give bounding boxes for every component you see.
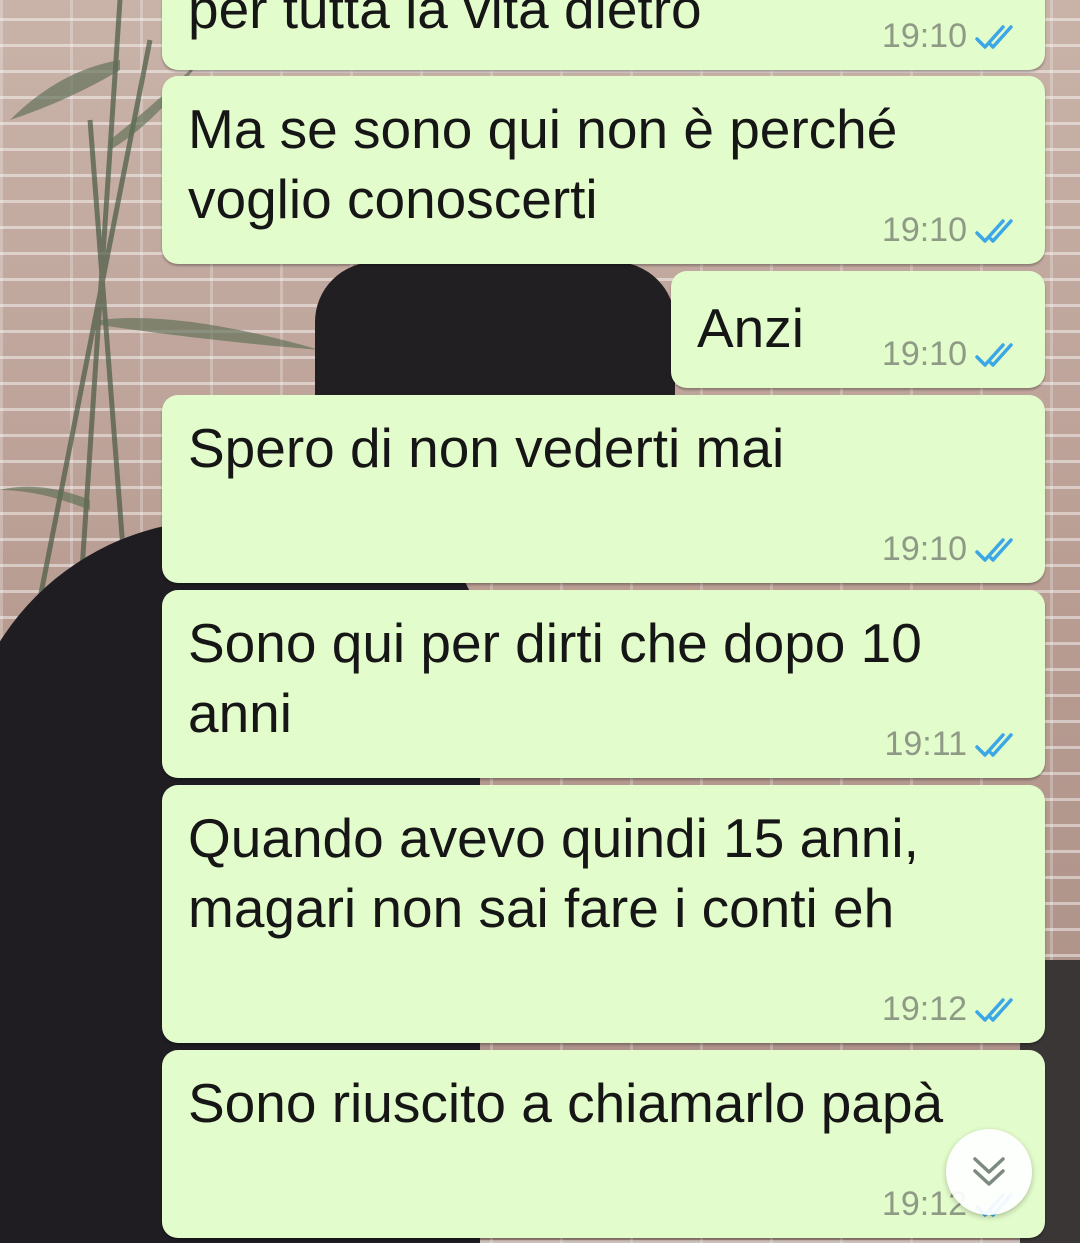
message-meta: 19:10	[882, 530, 1021, 569]
message-bubble[interactable]: Anzi 19:10	[671, 271, 1045, 388]
message-meta: 19:11	[884, 725, 1021, 764]
double-check-read-icon	[975, 537, 1013, 562]
double-check-read-icon	[975, 24, 1013, 49]
double-check-read-icon	[975, 732, 1013, 757]
message-bubble[interactable]: Sono qui per dirti che dopo 10 anni 19:1…	[162, 590, 1045, 778]
double-chevron-down-icon	[973, 1157, 1005, 1186]
message-bubble[interactable]: per tutta la vita dietro 19:10	[162, 0, 1045, 70]
message-meta: 19:10	[882, 335, 1021, 374]
message-bubble[interactable]: Spero di non vederti mai 19:10	[162, 395, 1045, 583]
message-time: 19:10	[881, 335, 967, 373]
message-time: 19:10	[881, 530, 967, 568]
double-check-read-icon	[975, 218, 1013, 243]
message-time: 19:11	[884, 725, 967, 763]
double-check-read-icon	[975, 997, 1013, 1022]
message-bubble[interactable]: Ma se sono qui non è perché voglio conos…	[162, 76, 1045, 264]
message-time: 19:12	[881, 990, 967, 1028]
message-meta: 19:12	[882, 990, 1021, 1029]
message-bubble[interactable]: Sono riuscito a chiamarlo papà 19:12	[162, 1050, 1045, 1238]
message-time: 19:10	[881, 17, 967, 55]
message-bubble[interactable]: Quando avevo quindi 15 anni, magari non …	[162, 785, 1045, 1043]
message-meta: 19:10	[882, 211, 1021, 250]
message-time: 19:10	[881, 211, 967, 249]
message-meta: 19:10	[882, 17, 1021, 56]
scroll-to-bottom-button[interactable]	[946, 1129, 1032, 1215]
message-text: Quando avevo quindi 15 anni, magari non …	[188, 807, 919, 939]
double-check-read-icon	[975, 342, 1013, 367]
message-text: Sono riuscito a chiamarlo papà	[188, 1072, 944, 1134]
message-text: Spero di non vederti mai	[188, 417, 785, 479]
